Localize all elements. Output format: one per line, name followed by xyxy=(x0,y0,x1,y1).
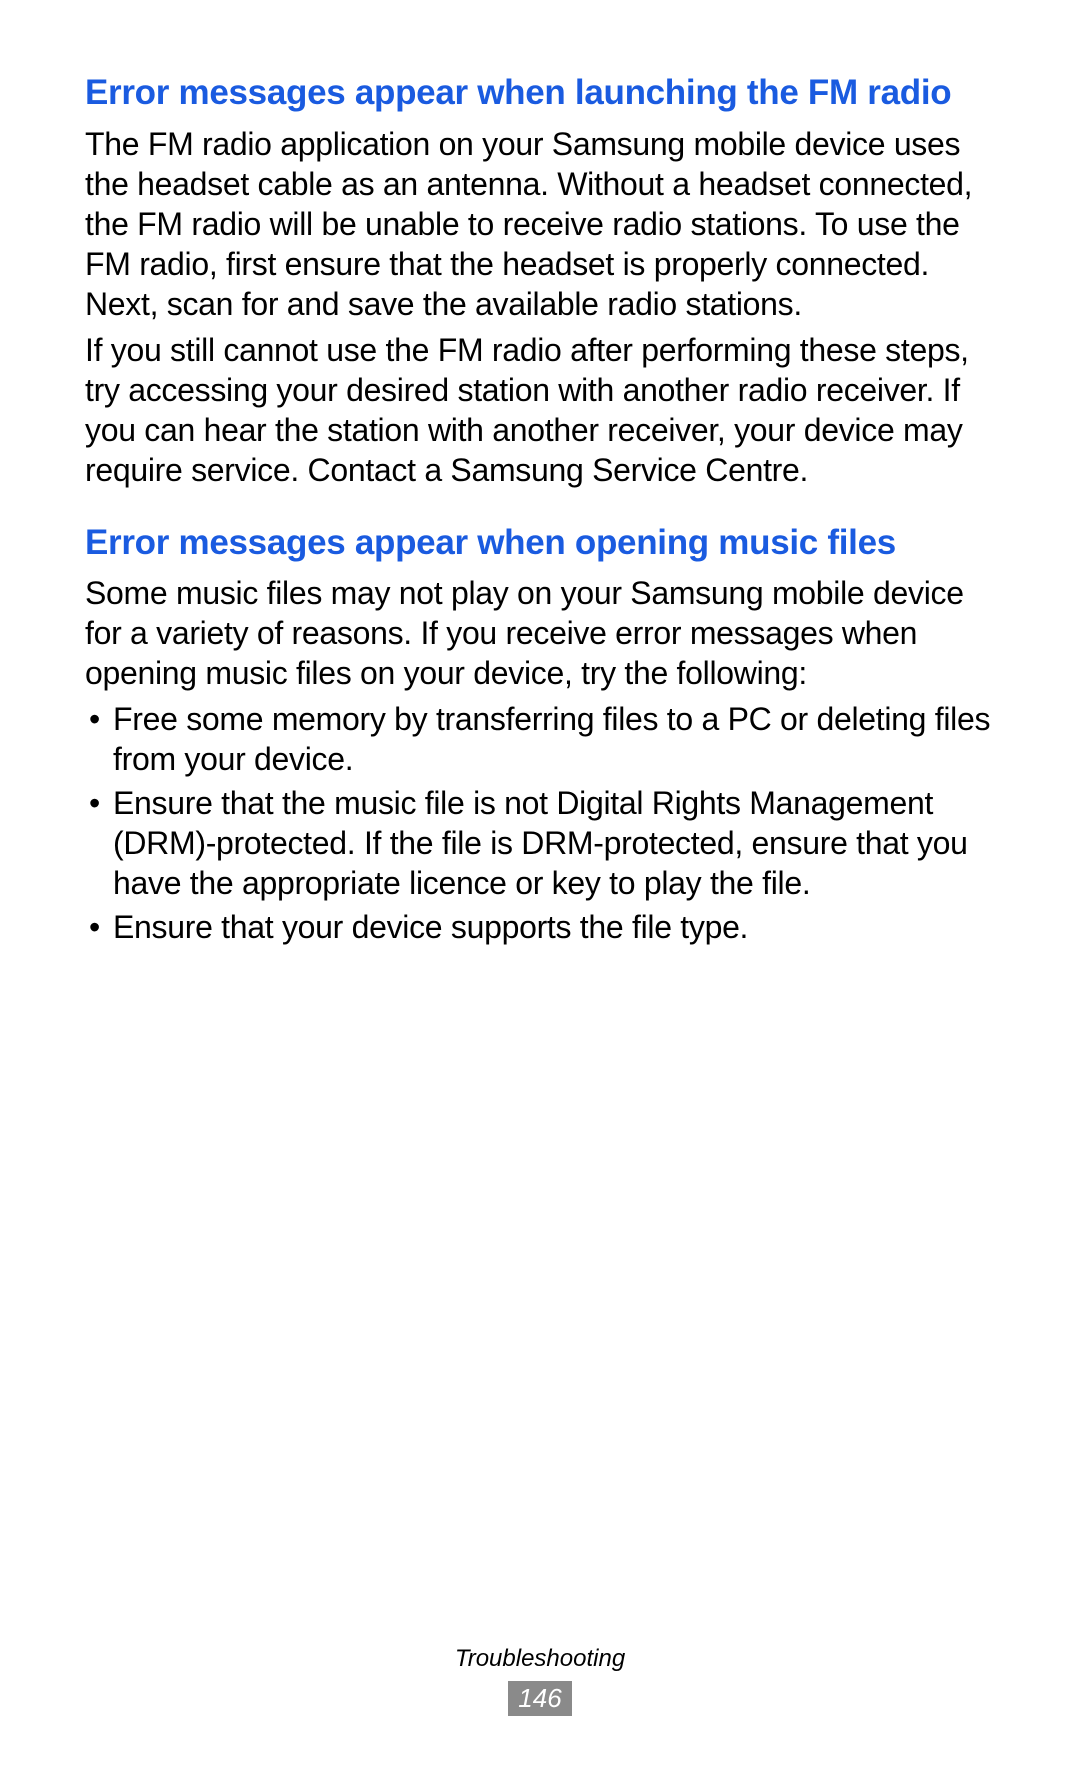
paragraph-text: The FM radio application on your Samsung… xyxy=(85,124,995,324)
list-item: Free some memory by transferring files t… xyxy=(85,699,995,779)
page-number: 146 xyxy=(508,1681,571,1716)
bullet-list: Free some memory by transferring files t… xyxy=(85,699,995,947)
list-item: Ensure that your device supports the fil… xyxy=(85,907,995,947)
heading-fm-radio: Error messages appear when launching the… xyxy=(85,70,995,116)
heading-music-files: Error messages appear when opening music… xyxy=(85,520,995,566)
section-music-files: Error messages appear when opening music… xyxy=(85,520,995,948)
page-content: Error messages appear when launching the… xyxy=(85,70,995,947)
page-footer: Troubleshooting 146 xyxy=(0,1645,1080,1716)
section-fm-radio: Error messages appear when launching the… xyxy=(85,70,995,490)
paragraph-text: If you still cannot use the FM radio aft… xyxy=(85,330,995,490)
paragraph-text: Some music files may not play on your Sa… xyxy=(85,573,995,693)
footer-section-label: Troubleshooting xyxy=(0,1645,1080,1673)
list-item: Ensure that the music file is not Digita… xyxy=(85,783,995,903)
